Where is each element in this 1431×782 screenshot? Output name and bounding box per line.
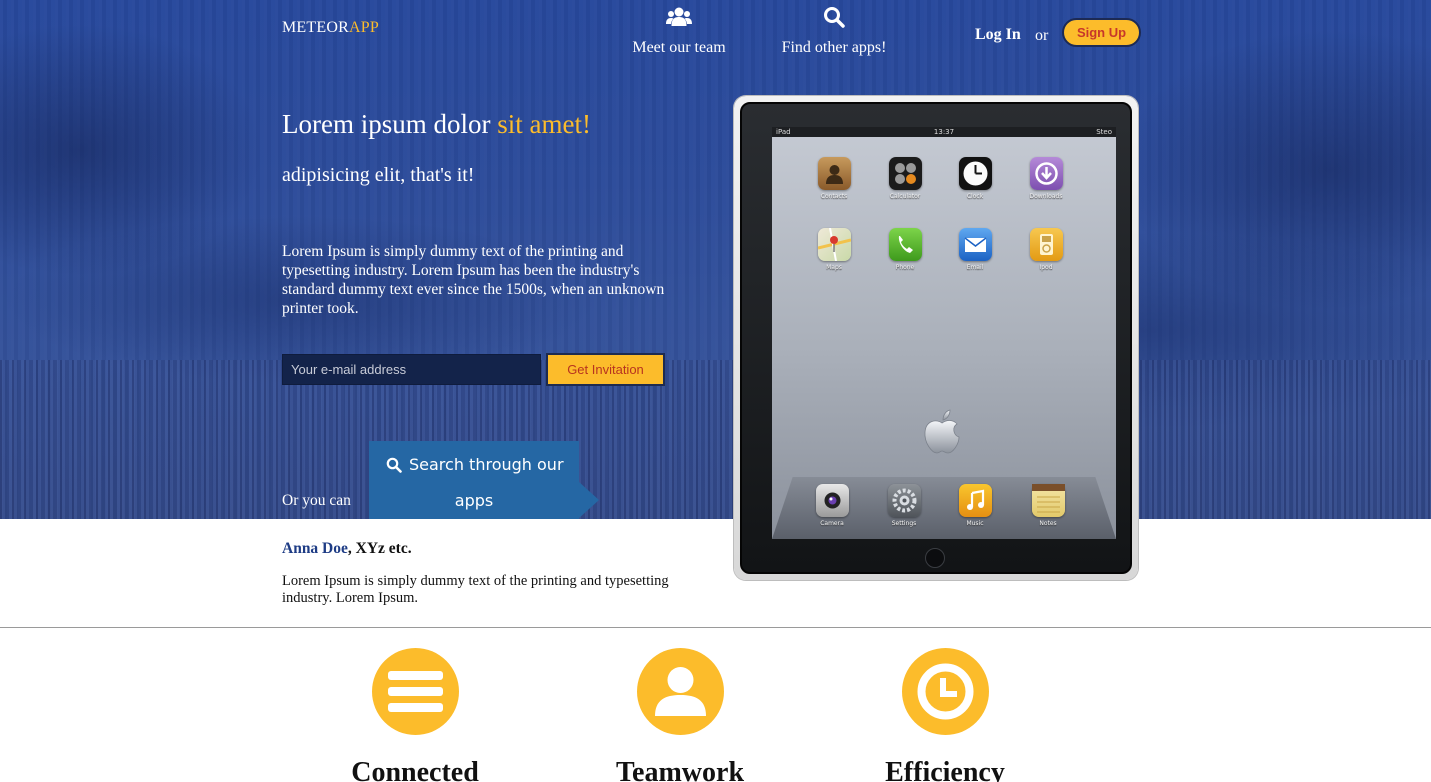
ipad-mockup: iPad 13:37 Steo Contacts Calculator Cloc…	[734, 96, 1138, 580]
testimonial-author: Anna Doe, XYz etc.	[282, 540, 412, 558]
hero-paragraph: Lorem Ipsum is simply dummy text of the …	[282, 243, 665, 317]
status-carrier: Steo	[1096, 128, 1112, 136]
notes-icon	[1031, 484, 1065, 517]
app-label: Calculator	[889, 193, 921, 200]
brand-logo[interactable]: METEORAPP	[282, 19, 379, 37]
testimonial-name: Anna Doe	[282, 540, 348, 557]
phone-icon	[888, 228, 922, 261]
downloads-icon	[1029, 157, 1063, 190]
ipad-bezel: iPad 13:37 Steo Contacts Calculator Cloc…	[740, 102, 1132, 574]
app-phone: Phone	[880, 228, 930, 271]
testimonial-text: Lorem Ipsum is simply dummy text of the …	[282, 573, 669, 606]
get-invitation-button[interactable]: Get Invitation	[546, 353, 665, 386]
app-label: Clock	[966, 193, 984, 200]
app-downloads: Downloads	[1021, 157, 1071, 200]
maps-icon	[817, 227, 851, 262]
testimonial-role: , XYz etc.	[347, 540, 412, 557]
search-apps-arrow	[579, 482, 599, 518]
app-contacts: Contacts	[809, 157, 859, 200]
email-icon	[958, 228, 992, 261]
app-music: Music	[950, 484, 1000, 527]
contacts-icon	[817, 157, 851, 190]
app-label: Phone	[895, 264, 915, 271]
app-settings: Settings	[879, 484, 929, 527]
feature-title: Teamwork	[615, 757, 745, 782]
app-label: Downloads	[1029, 193, 1063, 200]
app-notes: Notes	[1023, 484, 1073, 527]
app-ipod: Ipod	[1021, 228, 1071, 271]
app-label: Settings	[891, 520, 917, 527]
clock-icon	[958, 157, 992, 190]
ipad-statusbar: iPad 13:37 Steo	[772, 127, 1116, 137]
feature-title: Efficiency	[885, 757, 1005, 782]
app-camera: Camera	[807, 484, 857, 527]
feature-efficiency: Efficiency	[845, 648, 1045, 782]
app-email: Email	[950, 228, 1000, 271]
app-label: Email	[966, 264, 984, 271]
nav-find-apps[interactable]: Find other apps!	[764, 6, 904, 57]
search-apps-label-1: Search through our	[409, 455, 564, 474]
users-icon	[609, 6, 749, 30]
feature-title: Connected	[351, 757, 479, 782]
menu-lines-icon	[371, 648, 459, 735]
search-apps-button[interactable]: Search through our apps	[369, 441, 599, 519]
feature-connected: Connected	[315, 648, 515, 782]
brand-main: METEOR	[282, 19, 349, 36]
nav-find-apps-label: Find other apps!	[781, 39, 887, 56]
feature-teamwork: Teamwork	[580, 648, 780, 782]
ipad-screen: iPad 13:37 Steo Contacts Calculator Cloc…	[772, 127, 1116, 539]
hero-section	[0, 0, 1431, 519]
app-calculator: Calculator	[880, 157, 930, 200]
search-apps-label-2: apps	[454, 491, 494, 510]
nav-meet-team-label: Meet our team	[632, 39, 726, 56]
headline-accent: sit amet!	[497, 109, 591, 139]
ipad-home-button	[925, 548, 945, 568]
hero-background-crowd	[0, 360, 1431, 519]
login-link[interactable]: Log In	[975, 26, 1021, 44]
section-divider	[0, 627, 1431, 628]
search-icon	[764, 6, 904, 30]
app-label: Camera	[820, 520, 844, 527]
ipod-icon	[1029, 228, 1063, 261]
app-maps: Maps	[809, 227, 859, 271]
brand-accent: APP	[348, 19, 379, 36]
app-label: Notes	[1039, 520, 1057, 527]
hero-headline: Lorem ipsum dolor sit amet!	[282, 109, 591, 140]
signup-button[interactable]: Sign Up	[1062, 18, 1141, 47]
settings-icon	[887, 484, 921, 517]
headline-main: Lorem ipsum dolor	[282, 109, 498, 139]
calculator-icon	[888, 157, 922, 190]
apple-logo	[912, 405, 972, 465]
music-icon	[958, 484, 992, 517]
app-label: Music	[966, 520, 984, 527]
app-label: Contacts	[820, 193, 848, 200]
email-input[interactable]	[282, 354, 541, 385]
status-time: 13:37	[933, 128, 955, 136]
search-icon	[386, 457, 402, 477]
camera-icon	[815, 484, 849, 517]
clock-icon	[901, 648, 989, 735]
nav-meet-team[interactable]: Meet our team	[609, 6, 749, 57]
or-text: or	[1035, 27, 1049, 44]
or-you-can-text: Or you can	[282, 492, 351, 509]
app-clock: Clock	[950, 157, 1000, 200]
hero-subheadline: adipisicing elit, that's it!	[282, 164, 475, 186]
user-icon	[636, 648, 724, 735]
app-label: Ipod	[1039, 264, 1053, 271]
app-label: Maps	[826, 264, 842, 271]
